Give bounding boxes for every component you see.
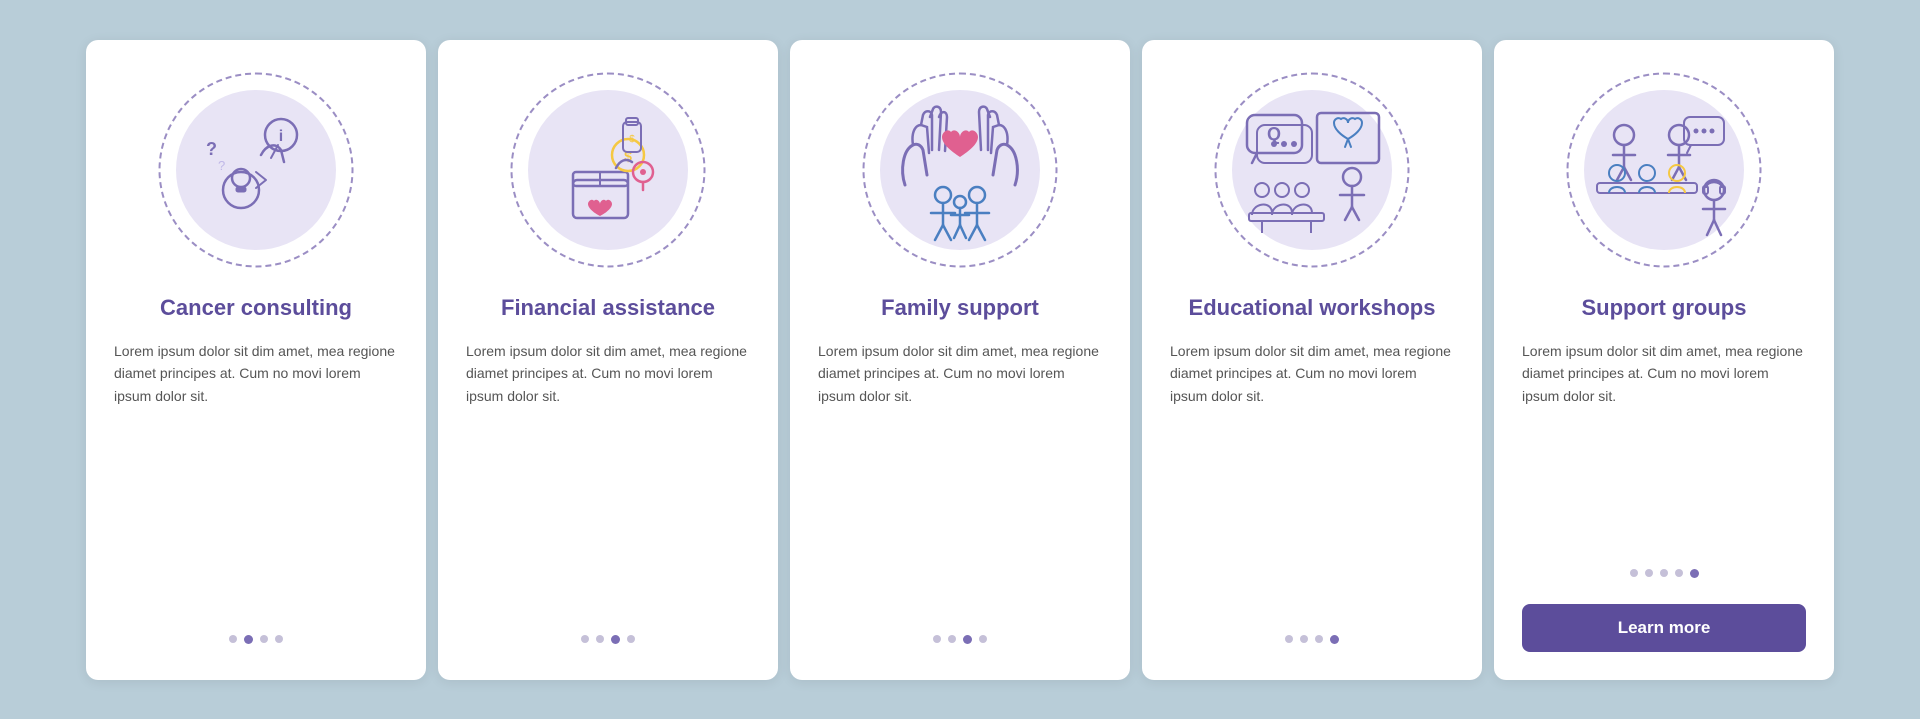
- card-text-family: Lorem ipsum dolor sit dim amet, mea regi…: [818, 340, 1102, 612]
- financial-assistance-icon: $ $: [528, 100, 688, 240]
- card-text-cancer: Lorem ipsum dolor sit dim amet, mea regi…: [114, 340, 398, 612]
- support-groups-icon: [1579, 95, 1749, 245]
- educational-workshops-icon: Q: [1227, 95, 1397, 245]
- dot: [1660, 569, 1668, 577]
- card-text-educational: Lorem ipsum dolor sit dim amet, mea regi…: [1170, 340, 1454, 612]
- card-text-financial: Lorem ipsum dolor sit dim amet, mea regi…: [466, 340, 750, 612]
- dots-family: [933, 635, 987, 644]
- dot: [933, 635, 941, 643]
- dot-active: [1330, 635, 1339, 644]
- dot: [627, 635, 635, 643]
- icon-area-cancer: i ? ?: [156, 70, 356, 270]
- dot: [581, 635, 589, 643]
- dot-active: [611, 635, 620, 644]
- dot: [229, 635, 237, 643]
- cancer-consulting-icon: i ? ?: [176, 100, 336, 240]
- card-cancer-consulting: i ? ? Cancer consulting Lorem ipsum dolo…: [86, 40, 426, 680]
- dot: [1285, 635, 1293, 643]
- svg-text:?: ?: [218, 158, 225, 173]
- card-title-educational: Educational workshops: [1189, 294, 1436, 323]
- dot: [596, 635, 604, 643]
- dot: [275, 635, 283, 643]
- family-support-icon: [875, 95, 1045, 245]
- card-educational-workshops: Q: [1142, 40, 1482, 680]
- dot: [1645, 569, 1653, 577]
- icon-area-support: [1564, 70, 1764, 270]
- icon-area-family: [860, 70, 1060, 270]
- dots-support: [1630, 569, 1699, 578]
- card-title-family: Family support: [881, 294, 1039, 323]
- svg-text:?: ?: [206, 139, 217, 159]
- dot-active: [244, 635, 253, 644]
- dot: [948, 635, 956, 643]
- dots-cancer: [229, 635, 283, 644]
- dot-active: [963, 635, 972, 644]
- svg-text:$: $: [629, 134, 635, 145]
- icon-area-educational: Q: [1212, 70, 1412, 270]
- card-family-support: Family support Lorem ipsum dolor sit dim…: [790, 40, 1130, 680]
- card-support-groups: Support groups Lorem ipsum dolor sit dim…: [1494, 40, 1834, 680]
- dot: [1630, 569, 1638, 577]
- dots-educational: [1285, 635, 1339, 644]
- dot-active: [1690, 569, 1699, 578]
- card-title-support: Support groups: [1582, 294, 1747, 323]
- dot: [260, 635, 268, 643]
- dot: [1315, 635, 1323, 643]
- card-text-support: Lorem ipsum dolor sit dim amet, mea regi…: [1522, 340, 1806, 546]
- dot: [1300, 635, 1308, 643]
- icon-area-financial: $ $: [508, 70, 708, 270]
- dots-financial: [581, 635, 635, 644]
- cards-container: i ? ? Cancer consulting Lorem ipsum dolo…: [46, 10, 1874, 710]
- svg-text:i: i: [279, 128, 283, 145]
- card-title-cancer: Cancer consulting: [160, 294, 352, 323]
- card-financial-assistance: $ $ Financial assistance Lorem ipsum dol…: [438, 40, 778, 680]
- dot: [1675, 569, 1683, 577]
- dot: [979, 635, 987, 643]
- learn-more-button[interactable]: Learn more: [1522, 604, 1806, 652]
- card-title-financial: Financial assistance: [501, 294, 715, 323]
